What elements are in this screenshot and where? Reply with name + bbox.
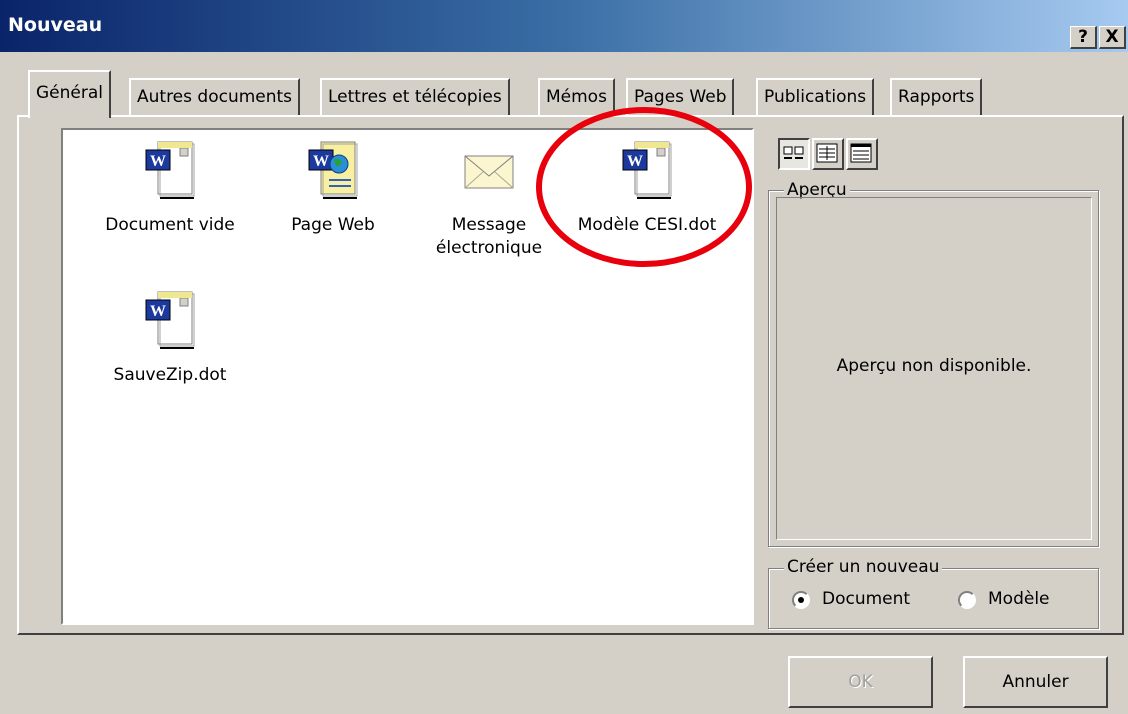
title-bar[interactable]: Nouveau ? X <box>0 0 1128 52</box>
svg-text:W: W <box>150 153 166 170</box>
list-view-icon <box>816 143 838 163</box>
large-icons-view-icon <box>783 146 804 159</box>
template-label: SauveZip.dot <box>113 365 227 385</box>
create-new-group-label: Créer un nouveau <box>784 557 943 577</box>
new-document-dialog: Nouveau ? X Général Autres documents Let… <box>0 0 1128 714</box>
tab-publications[interactable]: Publications <box>756 78 875 116</box>
tab-rapports[interactable]: Rapports <box>890 78 983 116</box>
word-web-page-icon: W <box>303 138 363 204</box>
radio-document[interactable] <box>792 591 810 609</box>
highlight-circle <box>536 107 752 267</box>
tab-lettres-telecopies[interactable]: Lettres et télécopies <box>320 78 510 116</box>
tab-autres-documents[interactable]: Autres documents <box>129 78 301 116</box>
template-label: Message électronique <box>435 215 543 258</box>
radio-modele[interactable] <box>958 591 976 609</box>
dialog-title: Nouveau <box>8 14 103 36</box>
large-icons-view-button[interactable] <box>778 138 810 170</box>
details-view-icon <box>850 143 872 163</box>
radio-document-label[interactable]: Document <box>822 589 910 609</box>
list-view-button[interactable] <box>812 138 844 170</box>
preview-area: Aperçu non disponible. <box>776 197 1092 540</box>
template-label: Document vide <box>105 215 235 235</box>
template-document-vide[interactable]: W Document vide <box>90 138 250 237</box>
close-button[interactable]: X <box>1099 26 1126 49</box>
envelope-icon <box>459 138 519 204</box>
help-button[interactable]: ? <box>1070 26 1097 49</box>
radio-modele-label[interactable]: Modèle <box>988 589 1050 609</box>
ok-button[interactable]: OK <box>788 656 933 708</box>
cancel-button[interactable]: Annuler <box>963 656 1108 708</box>
tab-memos[interactable]: Mémos <box>538 78 615 116</box>
word-template-icon: W <box>140 288 200 354</box>
template-label: Page Web <box>291 215 375 235</box>
svg-text:W: W <box>313 153 329 170</box>
word-document-icon: W <box>140 138 200 204</box>
template-sauvezip[interactable]: W SauveZip.dot <box>90 288 250 387</box>
tab-general[interactable]: Général <box>28 70 111 118</box>
svg-text:W: W <box>150 303 166 320</box>
details-view-button[interactable] <box>846 138 878 170</box>
preview-message: Aperçu non disponible. <box>836 356 1032 376</box>
template-page-web[interactable]: W Page Web <box>253 138 413 237</box>
